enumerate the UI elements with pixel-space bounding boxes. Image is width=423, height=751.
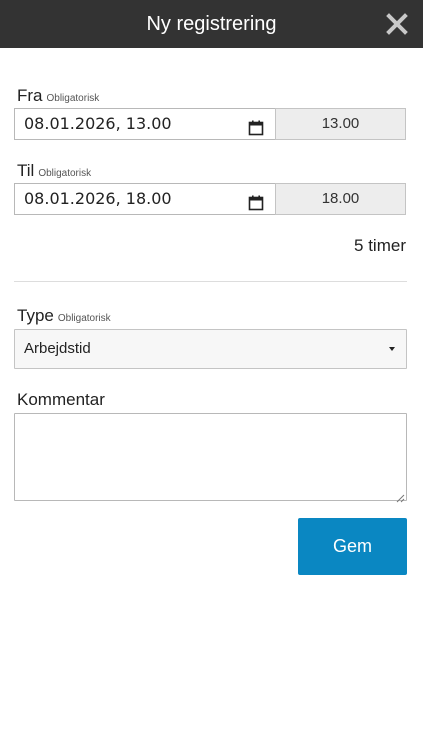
to-label-row: Til Obligatorisk: [17, 161, 91, 181]
to-datetime-value: 08.01.2026, 18.00: [24, 189, 172, 208]
divider: [14, 281, 407, 282]
type-selected-value: Arbejdstid: [24, 340, 91, 357]
type-select[interactable]: Arbejdstid: [14, 329, 407, 369]
to-label: Til: [17, 161, 35, 180]
caret-down-icon: [389, 347, 395, 351]
comment-label: Kommentar: [17, 390, 105, 409]
calendar-icon[interactable]: [248, 191, 264, 211]
to-required-hint: Obligatorisk: [38, 168, 92, 179]
save-button[interactable]: Gem: [298, 518, 407, 575]
close-icon[interactable]: [385, 12, 409, 36]
from-datetime-value: 08.01.2026, 13.00: [24, 114, 172, 133]
from-time-display: 13.00: [275, 108, 406, 140]
comment-label-row: Kommentar: [17, 390, 105, 410]
from-label-row: Fra Obligatorisk: [17, 86, 99, 106]
type-label: Type: [17, 306, 54, 325]
resize-handle-icon[interactable]: [396, 490, 405, 503]
to-datetime-input[interactable]: 08.01.2026, 18.00: [14, 183, 276, 215]
comment-textarea[interactable]: [14, 413, 407, 503]
to-time-display: 18.00: [275, 183, 406, 215]
dialog-title: Ny registrering: [146, 13, 277, 35]
from-datetime-input[interactable]: 08.01.2026, 13.00: [14, 108, 276, 140]
duration-text: 5 timer: [354, 236, 406, 255]
dialog-header: Ny registrering: [0, 0, 423, 48]
from-required-hint: Obligatorisk: [46, 93, 100, 104]
type-required-hint: Obligatorisk: [57, 313, 111, 324]
type-label-row: Type Obligatorisk: [17, 306, 111, 326]
calendar-icon[interactable]: [248, 116, 264, 136]
from-label: Fra: [17, 86, 43, 105]
